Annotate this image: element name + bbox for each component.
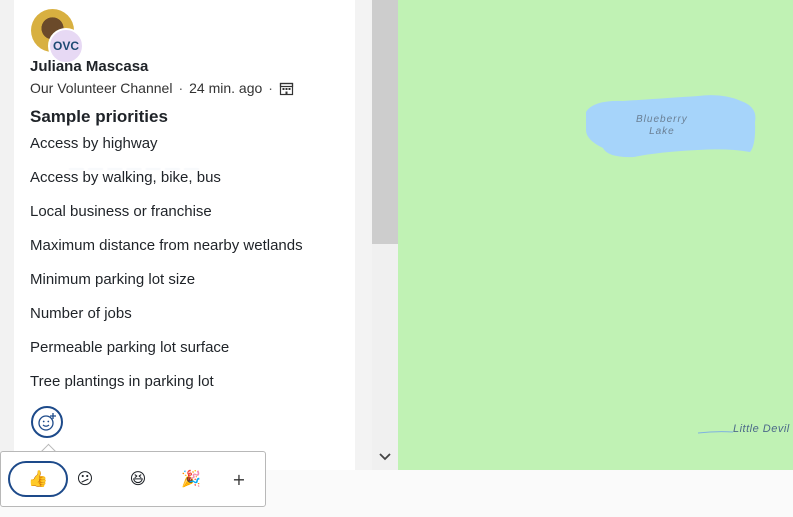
reaction-popover: 👍 😕 😆 🎉 + (0, 451, 266, 507)
priority-item: Access by walking, bike, bus (30, 169, 221, 186)
plus-icon: + (232, 469, 246, 489)
lake-label: Blueberry Lake (636, 114, 688, 137)
more-reactions-button[interactable]: + (221, 461, 257, 497)
separator: · (268, 80, 273, 96)
smiley-plus-icon (38, 413, 56, 431)
place-label: Little Devil (733, 423, 790, 435)
priority-item: Local business or franchise (30, 203, 212, 220)
add-reaction-button[interactable] (31, 406, 63, 438)
party-popper-icon: 🎉 (181, 471, 201, 488)
timestamp: 24 min. ago (189, 80, 263, 96)
scroll-down-button[interactable] (372, 447, 398, 467)
panel-gap (355, 0, 372, 470)
priority-item: Tree plantings in parking lot (30, 373, 214, 390)
confused-face-icon: 😕 (76, 471, 94, 488)
reaction-confused[interactable]: 😕 (67, 461, 103, 497)
grinning-squint-face-icon: 😆 (129, 471, 147, 488)
priority-item: Access by highway (30, 135, 158, 152)
stream-line (697, 431, 734, 434)
building-icon (279, 81, 294, 96)
post-title: Sample priorities (30, 107, 168, 126)
left-gutter (0, 0, 14, 470)
map-view[interactable]: Blueberry Lake Little Devil (398, 0, 793, 470)
chevron-down-icon (379, 453, 391, 461)
reaction-thumbs-up[interactable]: 👍 (8, 461, 68, 497)
reaction-laugh[interactable]: 😆 (120, 461, 156, 497)
author-name[interactable]: Juliana Mascasa (30, 58, 148, 75)
post-meta: Our Volunteer Channel · 24 min. ago · (30, 80, 294, 96)
map-features (586, 95, 756, 434)
post-card: — — — — — — — OVC Juliana Mascasa Our Vo… (14, 0, 355, 470)
thumbs-up-icon: 👍 (28, 471, 48, 488)
scrollbar-thumb[interactable] (372, 0, 398, 244)
priority-item: Maximum distance from nearby wetlands (30, 237, 303, 254)
priority-item: Minimum parking lot size (30, 271, 196, 288)
reaction-celebrate[interactable]: 🎉 (173, 461, 209, 497)
separator: · (178, 80, 184, 96)
priority-item: Permeable parking lot surface (30, 339, 230, 356)
channel-name[interactable]: Our Volunteer Channel (30, 80, 172, 96)
priority-item: Number of jobs (30, 305, 132, 322)
